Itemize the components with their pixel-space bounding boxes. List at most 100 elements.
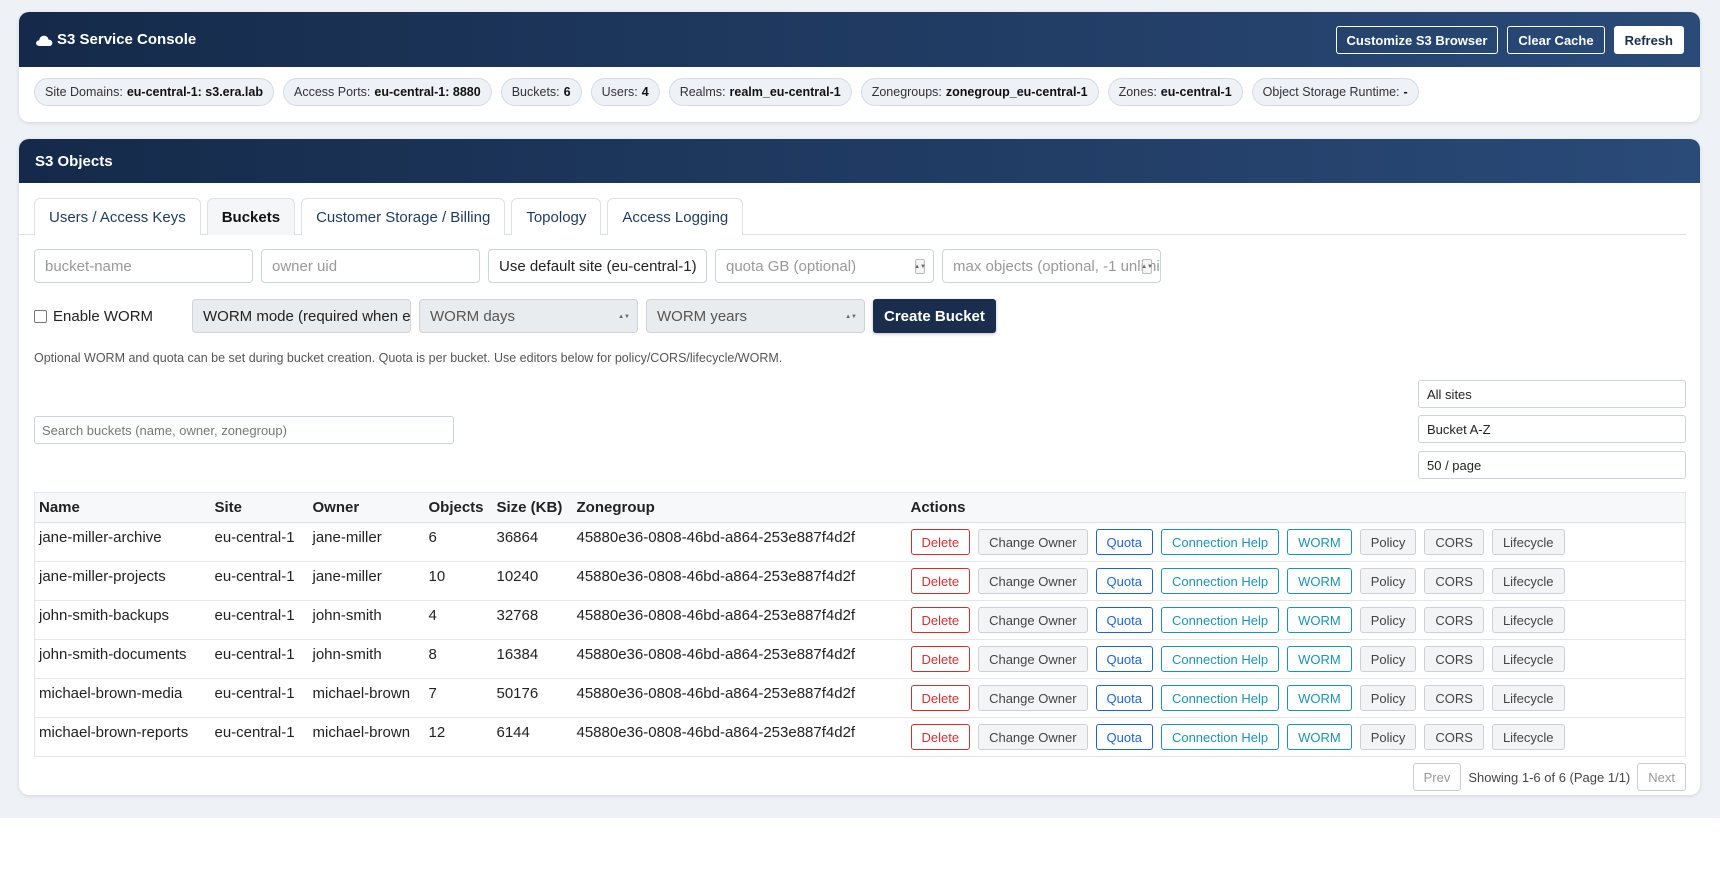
cors-button[interactable]: CORS: [1424, 607, 1484, 633]
worm-years-stepper-icon[interactable]: ▲▼: [845, 309, 857, 324]
enable-worm-checkbox[interactable]: Enable WORM: [34, 308, 184, 325]
connection-help-button[interactable]: Connection Help: [1160, 568, 1280, 594]
cors-button[interactable]: CORS: [1424, 646, 1484, 672]
table-cell: 6144: [492, 717, 573, 757]
change-owner-button[interactable]: Change Owner: [978, 724, 1088, 750]
table-row: michael-brown-reports eu-central-1 michael…: [34, 717, 1686, 757]
lifecycle-button[interactable]: Lifecycle: [1491, 724, 1565, 750]
delete-button[interactable]: Delete: [910, 568, 971, 594]
chip-label: Zones:: [1118, 85, 1157, 99]
worm-days-stepper-icon[interactable]: ▲▼: [618, 309, 630, 324]
change-owner-button[interactable]: Change Owner: [978, 568, 1088, 594]
bucket-search-input[interactable]: Search buckets (name, owner, zonegroup): [34, 416, 454, 444]
delete-button[interactable]: Delete: [910, 646, 971, 672]
connection-help-button[interactable]: Connection Help: [1160, 529, 1280, 555]
table-header-row: Name Site Owner Objects Size (KB) Zonegroup Ac…: [34, 492, 1686, 523]
lifecycle-button[interactable]: Lifecycle: [1491, 568, 1565, 594]
console-header: S3 Service Console Customize S3 Browser …: [19, 12, 1700, 67]
worm-years-input[interactable]: WORM years ▲▼: [646, 299, 865, 333]
connection-help-button[interactable]: Connection Help: [1160, 646, 1280, 672]
max-objects-input[interactable]: max objects (optional, -1 unlimited) ▲▼: [942, 249, 1161, 283]
quota-button[interactable]: Quota: [1095, 568, 1153, 594]
table-body: jane-miller-archive eu-central-1 jane-mill…: [34, 522, 1686, 757]
tab-access-logging[interactable]: Access Logging: [607, 198, 744, 235]
chip-label: Object Storage Runtime:: [1262, 85, 1400, 99]
worm-button[interactable]: WORM: [1287, 685, 1352, 711]
max-objects-stepper-icon[interactable]: ▲▼: [1141, 259, 1153, 274]
next-page-button[interactable]: Next: [1637, 763, 1686, 791]
worm-days-input[interactable]: WORM days ▲▼: [419, 299, 638, 333]
cors-button[interactable]: CORS: [1424, 724, 1484, 750]
cors-button[interactable]: CORS: [1424, 685, 1484, 711]
lifecycle-button[interactable]: Lifecycle: [1491, 607, 1565, 633]
worm-button[interactable]: WORM: [1287, 724, 1352, 750]
table-cell: john-smith-backups: [34, 600, 211, 640]
buckets-table: Name Site Owner Objects Size (KB) Zonegroup Ac…: [34, 492, 1686, 757]
page-background: [0, 818, 1720, 885]
change-owner-button[interactable]: Change Owner: [978, 646, 1088, 672]
tab-topology[interactable]: Topology: [511, 198, 602, 235]
quota-button[interactable]: Quota: [1095, 646, 1153, 672]
page-size-select[interactable]: 50 / page: [1418, 451, 1686, 479]
connection-help-button[interactable]: Connection Help: [1160, 685, 1280, 711]
cors-button[interactable]: CORS: [1424, 529, 1484, 555]
policy-button[interactable]: Policy: [1359, 529, 1417, 555]
connection-help-button[interactable]: Connection Help: [1160, 607, 1280, 633]
tab-users-access-keys[interactable]: Users / Access Keys: [34, 198, 201, 235]
prev-page-button[interactable]: Prev: [1412, 763, 1462, 791]
change-owner-button[interactable]: Change Owner: [978, 685, 1088, 711]
policy-button[interactable]: Policy: [1359, 646, 1417, 672]
refresh-button[interactable]: Refresh: [1613, 25, 1684, 54]
tab-customer-storage-billing[interactable]: Customer Storage / Billing: [301, 198, 506, 235]
lifecycle-button[interactable]: Lifecycle: [1491, 646, 1565, 672]
create-bucket-button[interactable]: Create Bucket: [873, 299, 996, 333]
quota-gb-input[interactable]: quota GB (optional) ▲▼: [715, 249, 934, 283]
console-title: S3 Service Console: [35, 31, 196, 48]
quota-button[interactable]: Quota: [1095, 607, 1153, 633]
customize-s3-browser-button[interactable]: Customize S3 Browser: [1335, 25, 1499, 54]
cors-button[interactable]: CORS: [1424, 568, 1484, 594]
policy-button[interactable]: Policy: [1359, 568, 1417, 594]
status-chip: Realms: realm_eu-central-1: [668, 78, 852, 106]
site-select[interactable]: Use default site (eu-central-1): [488, 249, 707, 283]
quota-button[interactable]: Quota: [1095, 685, 1153, 711]
table-cell: 50176: [492, 678, 573, 718]
lifecycle-button[interactable]: Lifecycle: [1491, 529, 1565, 555]
chip-label: Buckets:: [511, 85, 560, 99]
delete-button[interactable]: Delete: [910, 529, 971, 555]
chip-value: eu-central-1: 8880: [374, 85, 481, 99]
max-objects-placeholder: max objects (optional, -1 unlimited): [953, 257, 1160, 275]
table-row: jane-miller-archive eu-central-1 jane-mill…: [34, 522, 1686, 562]
worm-button[interactable]: WORM: [1287, 646, 1352, 672]
delete-button[interactable]: Delete: [910, 685, 971, 711]
change-owner-button[interactable]: Change Owner: [978, 529, 1088, 555]
policy-button[interactable]: Policy: [1359, 685, 1417, 711]
worm-button[interactable]: WORM: [1287, 607, 1352, 633]
quota-button[interactable]: Quota: [1095, 529, 1153, 555]
sort-select[interactable]: Bucket A-Z: [1418, 415, 1686, 443]
table-cell: eu-central-1: [210, 600, 309, 640]
delete-button[interactable]: Delete: [910, 607, 971, 633]
worm-button[interactable]: WORM: [1287, 529, 1352, 555]
worm-button[interactable]: WORM: [1287, 568, 1352, 594]
site-filter-select[interactable]: All sites: [1418, 380, 1686, 408]
policy-button[interactable]: Policy: [1359, 607, 1417, 633]
chip-value: 4: [641, 85, 649, 99]
status-chip: Zones: eu-central-1: [1107, 78, 1243, 106]
clear-cache-button[interactable]: Clear Cache: [1507, 25, 1605, 54]
connection-help-button[interactable]: Connection Help: [1160, 724, 1280, 750]
quota-stepper-icon[interactable]: ▲▼: [914, 259, 926, 274]
quota-button[interactable]: Quota: [1095, 724, 1153, 750]
tab-buckets[interactable]: Buckets: [206, 198, 296, 235]
delete-button[interactable]: Delete: [910, 724, 971, 750]
bucket-name-input[interactable]: bucket-name: [34, 249, 253, 283]
lifecycle-button[interactable]: Lifecycle: [1491, 685, 1565, 711]
change-owner-button[interactable]: Change Owner: [978, 607, 1088, 633]
worm-mode-select[interactable]: WORM mode (required when enabled): [192, 299, 411, 333]
s3-objects-card: S3 Objects Users / Access Keys Buckets Cus…: [19, 139, 1700, 795]
table-cell: eu-central-1: [210, 678, 309, 718]
enable-worm-checkbox-box[interactable]: [34, 309, 47, 323]
policy-button[interactable]: Policy: [1359, 724, 1417, 750]
chip-value: 6: [563, 85, 571, 99]
owner-uid-input[interactable]: owner uid: [261, 249, 480, 283]
